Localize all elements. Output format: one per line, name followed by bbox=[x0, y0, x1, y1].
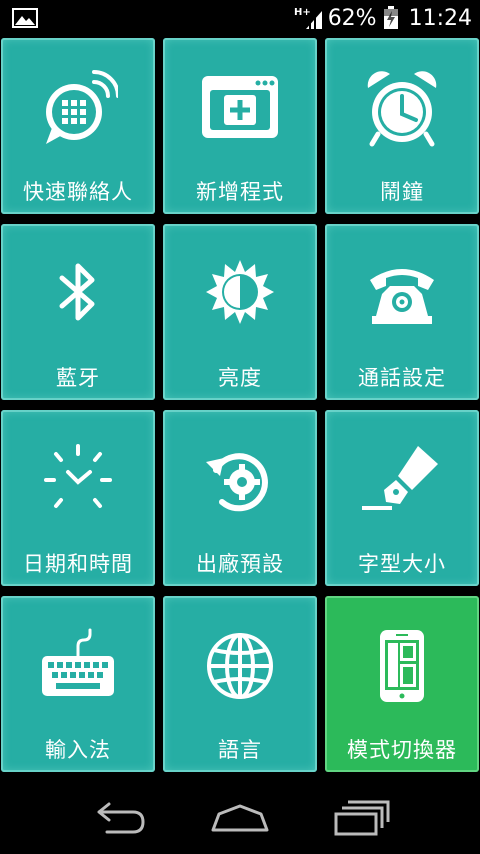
tile-label: 快速聯絡人 bbox=[23, 180, 133, 204]
alarm-clock-icon bbox=[367, 71, 437, 147]
clock-icon bbox=[44, 444, 112, 508]
image-notification-icon bbox=[12, 8, 38, 28]
tile-label: 語言 bbox=[218, 738, 262, 762]
status-bar: H+ 62% 11:24 bbox=[0, 0, 480, 36]
tile-label: 通話設定 bbox=[358, 366, 446, 390]
tile-label: 藍牙 bbox=[56, 366, 100, 390]
add-app-icon bbox=[202, 76, 278, 138]
battery-charging-icon bbox=[383, 6, 398, 29]
tile-mode-switcher[interactable]: 模式切換器 bbox=[325, 596, 479, 772]
navigation-bar bbox=[0, 780, 480, 854]
tile-label: 字型大小 bbox=[358, 552, 446, 576]
pen-icon bbox=[362, 446, 438, 510]
battery-percent: 62% bbox=[327, 5, 377, 31]
factory-reset-icon bbox=[206, 453, 268, 512]
clock-time: 11:24 bbox=[408, 5, 472, 31]
signal-icon: H+ bbox=[294, 7, 322, 29]
tile-label: 模式切換器 bbox=[347, 738, 457, 762]
phone-mode-icon bbox=[380, 630, 424, 702]
home-icon[interactable] bbox=[205, 798, 275, 838]
tile-label: 日期和時間 bbox=[23, 552, 133, 576]
tile-call-settings[interactable]: 通話設定 bbox=[325, 224, 479, 400]
tile-language[interactable]: 語言 bbox=[163, 596, 317, 772]
settings-grid: 快速聯絡人 新增程式 鬧鐘 藍牙 亮度 通話設定 日期和時間 出廠預設 字型大小… bbox=[0, 38, 480, 778]
tile-date-time[interactable]: 日期和時間 bbox=[1, 410, 155, 586]
speed-dial-chat-icon bbox=[46, 70, 118, 144]
phone-gear-icon bbox=[370, 269, 434, 324]
network-type-label: H+ bbox=[294, 7, 311, 18]
tile-input-method[interactable]: 輸入法 bbox=[1, 596, 155, 772]
tile-label: 亮度 bbox=[218, 366, 262, 390]
tile-bluetooth[interactable]: 藍牙 bbox=[1, 224, 155, 400]
tile-label: 鬧鐘 bbox=[380, 180, 424, 204]
tile-alarm[interactable]: 鬧鐘 bbox=[325, 38, 479, 214]
tile-label: 出廠預設 bbox=[196, 552, 284, 576]
tile-label: 新增程式 bbox=[196, 180, 284, 204]
brightness-icon bbox=[206, 260, 274, 324]
tile-label: 輸入法 bbox=[45, 738, 111, 762]
recents-icon[interactable] bbox=[328, 798, 398, 838]
globe-icon bbox=[207, 633, 273, 699]
tile-add-app[interactable]: 新增程式 bbox=[163, 38, 317, 214]
tile-brightness[interactable]: 亮度 bbox=[163, 224, 317, 400]
tile-speed-dial[interactable]: 快速聯絡人 bbox=[1, 38, 155, 214]
tile-factory-reset[interactable]: 出廠預設 bbox=[163, 410, 317, 586]
back-icon[interactable] bbox=[85, 798, 155, 838]
bluetooth-icon bbox=[59, 263, 95, 321]
tile-font-size[interactable]: 字型大小 bbox=[325, 410, 479, 586]
keyboard-icon bbox=[42, 628, 114, 696]
